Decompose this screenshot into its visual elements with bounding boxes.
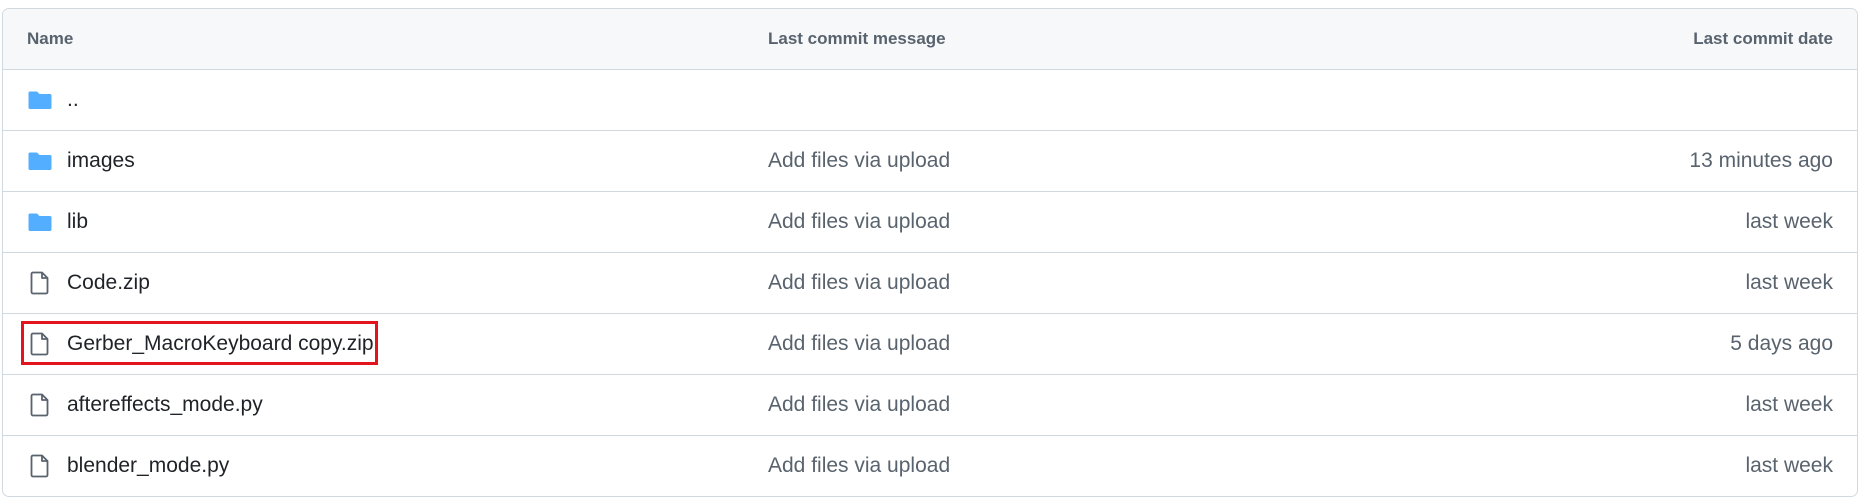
file-icon [27, 270, 53, 296]
table-row-highlighted[interactable]: Gerber_MacroKeyboard copy.zip Add files … [3, 313, 1857, 374]
file-table: Name Last commit message Last commit dat… [2, 8, 1858, 497]
file-name-link[interactable]: lib [67, 210, 88, 234]
folder-icon [27, 148, 53, 174]
commit-date: 5 days ago [1730, 332, 1833, 355]
commit-message[interactable]: Add files via upload [768, 271, 950, 295]
table-row[interactable]: Code.zip Add files via upload last week [3, 252, 1857, 313]
table-row[interactable]: blender_mode.py Add files via upload las… [3, 435, 1857, 496]
file-icon [27, 453, 53, 479]
file-name-link[interactable]: Gerber_MacroKeyboard copy.zip [67, 332, 374, 356]
folder-icon [27, 87, 53, 113]
folder-icon [27, 209, 53, 235]
commit-date: last week [1745, 454, 1833, 477]
file-name-link[interactable]: aftereffects_mode.py [67, 393, 263, 417]
header-message: Last commit message [768, 29, 946, 48]
file-name-link[interactable]: images [67, 149, 135, 173]
file-name-link[interactable]: Code.zip [67, 271, 150, 295]
table-header: Name Last commit message Last commit dat… [3, 9, 1857, 69]
table-row[interactable]: lib Add files via upload last week [3, 191, 1857, 252]
commit-date: last week [1745, 271, 1833, 294]
header-name[interactable]: Name [27, 29, 73, 49]
commit-date: 13 minutes ago [1689, 149, 1833, 172]
commit-message[interactable]: Add files via upload [768, 149, 950, 173]
header-date: Last commit date [1693, 29, 1833, 48]
table-row-parent[interactable]: .. [3, 69, 1857, 130]
parent-directory-link[interactable]: .. [67, 88, 79, 112]
commit-message[interactable]: Add files via upload [768, 393, 950, 417]
commit-date: last week [1745, 210, 1833, 233]
file-icon [27, 392, 53, 418]
file-name-link[interactable]: blender_mode.py [67, 454, 229, 478]
commit-message[interactable]: Add files via upload [768, 210, 950, 234]
commit-message[interactable]: Add files via upload [768, 454, 950, 478]
table-row[interactable]: images Add files via upload 13 minutes a… [3, 130, 1857, 191]
file-icon [27, 331, 53, 357]
table-row[interactable]: aftereffects_mode.py Add files via uploa… [3, 374, 1857, 435]
commit-message[interactable]: Add files via upload [768, 332, 950, 356]
commit-date: last week [1745, 393, 1833, 416]
